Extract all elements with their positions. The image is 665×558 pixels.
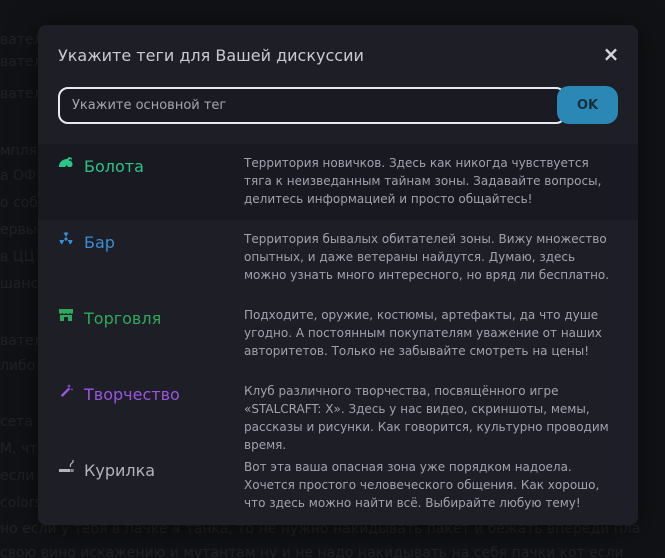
tag-option-torgovlya[interactable]: Торговля Подходите, оружие, костюмы, арт… [38, 296, 638, 372]
main-tag-input[interactable] [58, 87, 566, 124]
ok-button[interactable]: OK [557, 86, 618, 124]
tag-name: Курилка [84, 461, 156, 480]
tag-option-kurilka[interactable]: Курилка Вот эта ваша опасная зона уже по… [38, 448, 638, 524]
tag-description: Территория бывалых обитателей зоны. Вижу… [244, 232, 610, 282]
magic-wand-icon [60, 384, 74, 397]
tag-name: Торговля [84, 309, 162, 328]
store-icon [59, 309, 73, 321]
tag-option-bar[interactable]: Бар Территория бывалых обитателей зоны. … [38, 220, 638, 296]
tag-selection-dialog: Укажите теги для Вашей дискуссии × OK Бо… [38, 25, 638, 525]
radiation-icon [59, 232, 73, 245]
tag-option-bolota[interactable]: Болота Территория новичков. Здесь как ни… [38, 144, 638, 220]
tag-description: Территория новичков. Здесь как никогда ч… [244, 156, 602, 206]
tag-list: Болота Территория новичков. Здесь как ни… [38, 144, 638, 524]
frog-icon [59, 157, 73, 167]
tag-description: Подходите, оружие, костюмы, артефакты, д… [244, 308, 602, 358]
tag-name: Творчество [84, 385, 180, 404]
tag-name: Болота [84, 157, 144, 176]
tag-description: Вот эта ваша опасная зона уже порядком н… [244, 460, 600, 510]
tag-name: Бар [84, 233, 115, 252]
tag-description: Клуб различного творчества, посвящённого… [244, 384, 609, 452]
tag-option-tvorchestvo[interactable]: Творчество Клуб различного творчества, п… [38, 372, 638, 452]
smoking-icon [59, 459, 74, 472]
close-icon[interactable]: × [601, 44, 621, 64]
dialog-title: Укажите теги для Вашей дискуссии [58, 46, 364, 65]
